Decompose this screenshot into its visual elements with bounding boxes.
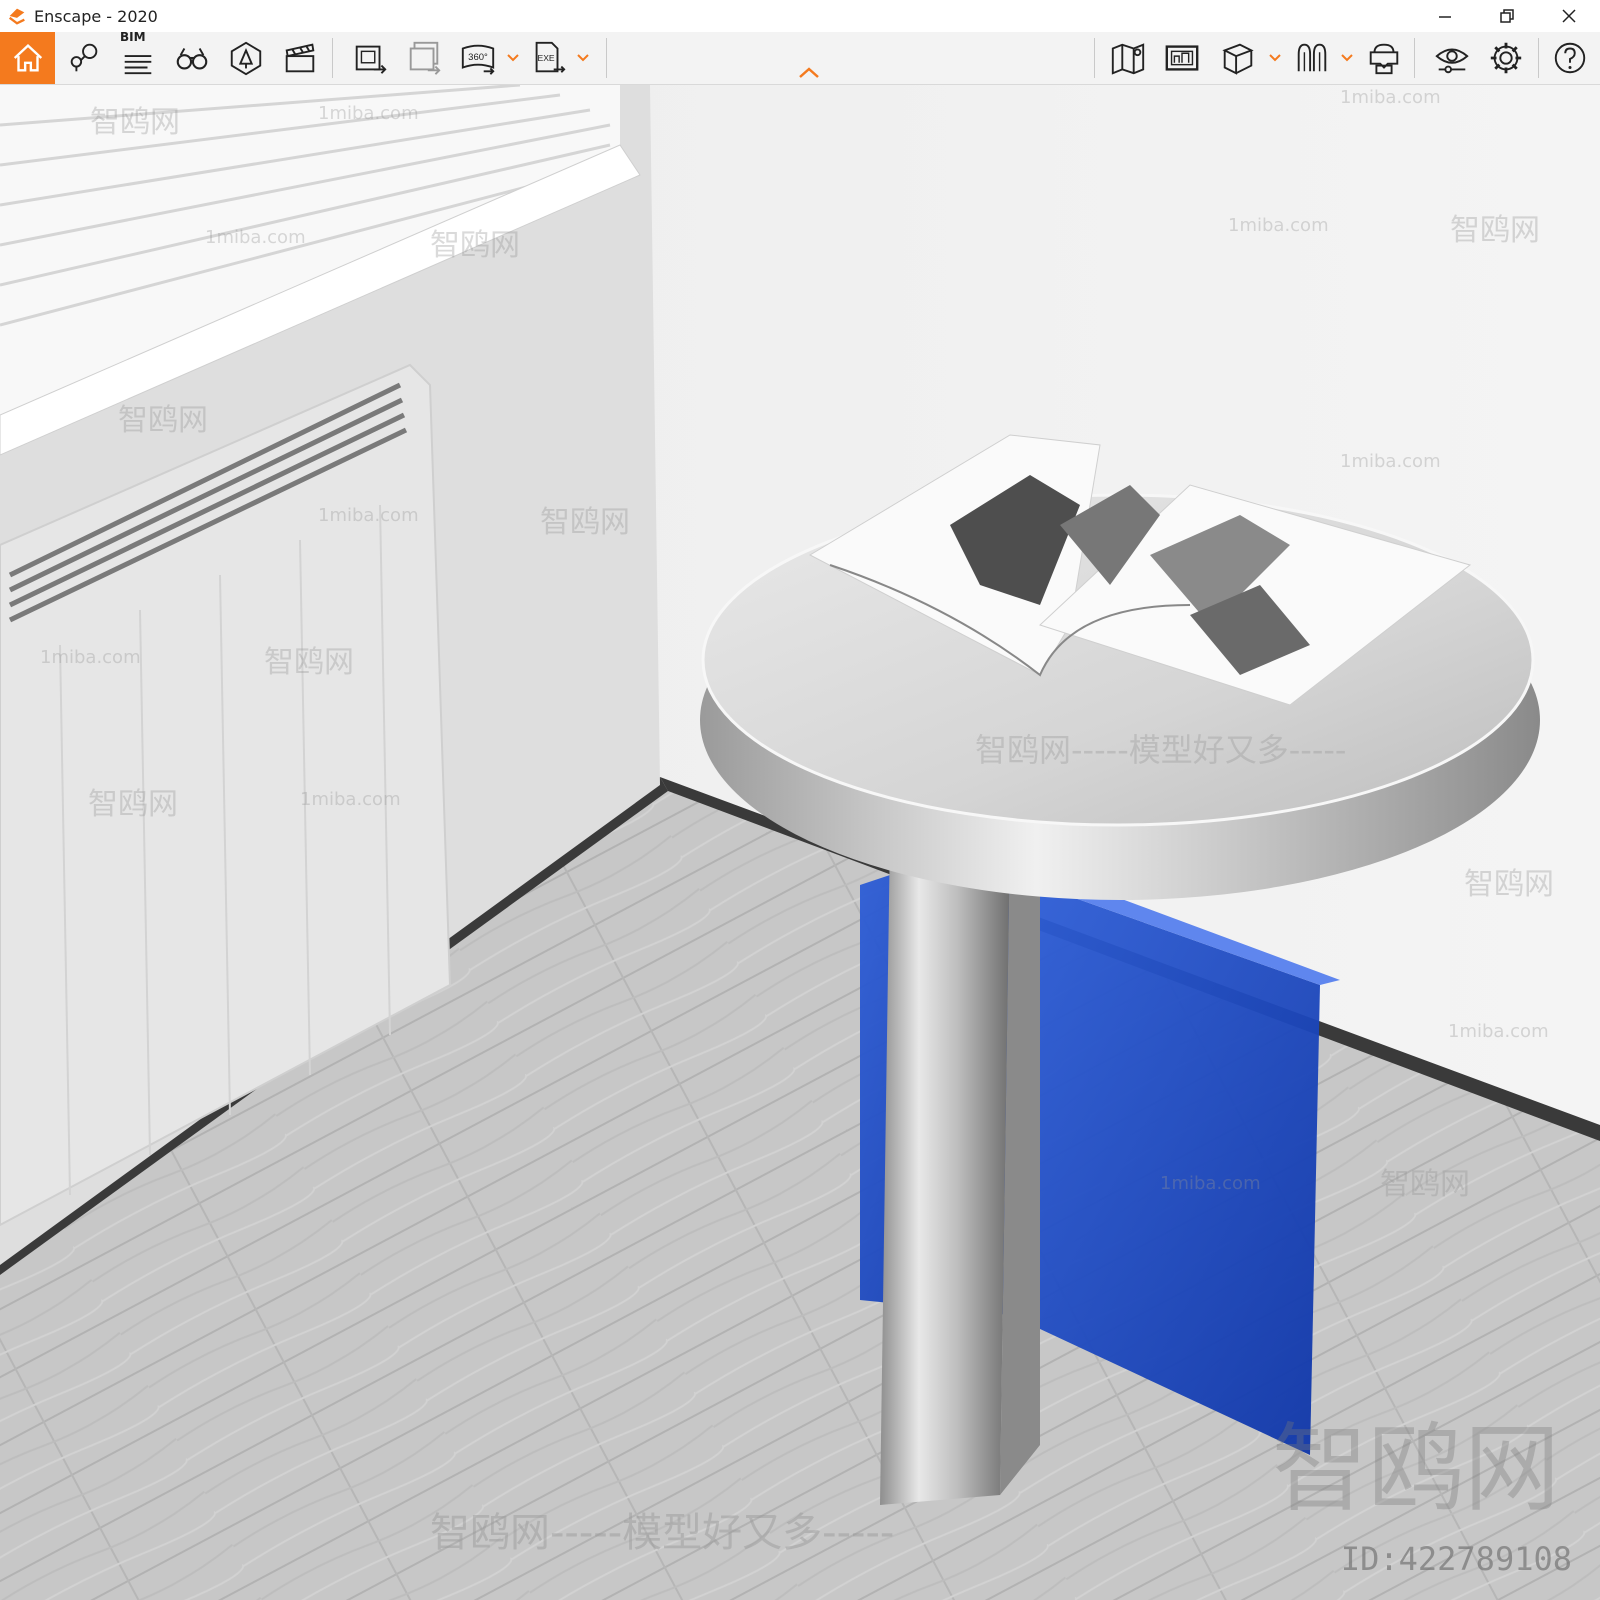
views-manager-icon [1165, 45, 1199, 71]
watermark-cn: 智鸥网 [90, 105, 180, 140]
video-editor-button[interactable] [274, 32, 326, 84]
bim-label: BIM [120, 30, 146, 44]
title-bar: Enscape - 2020 [0, 0, 1600, 32]
cube-view-dropdown[interactable] [1268, 48, 1282, 68]
toolbar-separator [1094, 38, 1095, 78]
batch-export-icon [409, 41, 441, 75]
screenshot-export-button[interactable] [344, 32, 396, 84]
cube-view-icon [1222, 43, 1254, 75]
binoculars-button[interactable] [166, 32, 218, 84]
chevron-down-icon [507, 54, 519, 62]
scene-render [0, 85, 1600, 1600]
svg-text:EXE: EXE [538, 53, 555, 63]
close-icon [1562, 9, 1576, 23]
exe-export-icon: EXE [535, 41, 566, 73]
toolbar-separator [332, 38, 333, 78]
binoculars-icon [176, 48, 208, 70]
watermark-site: 1miba.com [300, 789, 401, 810]
enscape-logo-icon [8, 8, 25, 25]
watermark-cn: 智鸥网 [1450, 213, 1540, 248]
help-button[interactable] [1544, 32, 1596, 84]
window-controls [1414, 0, 1600, 32]
exe-export-button[interactable]: EXE [522, 32, 574, 84]
restore-icon [1500, 9, 1514, 23]
watermark-site: 1miba.com [318, 505, 419, 526]
map-button[interactable] [1102, 32, 1154, 84]
watermark-site: 1miba.com [318, 103, 419, 124]
material-editor-dropdown[interactable] [1340, 48, 1354, 68]
watermark-site: 1miba.com [1228, 215, 1329, 236]
settings-button[interactable] [1480, 32, 1532, 84]
views-manager-button[interactable] [1156, 32, 1208, 84]
location-pins-button[interactable] [58, 32, 110, 84]
exe-dropdown[interactable] [576, 48, 590, 68]
toolbar-separator [606, 38, 607, 78]
watermark-site: 1miba.com [40, 647, 141, 668]
watermark-cn: 智鸥网 [118, 403, 208, 438]
svg-text:360°: 360° [468, 52, 488, 63]
visual-settings-icon [1435, 48, 1469, 74]
watermark-bottom-banner: 智鸥网-----模型好又多----- [430, 1510, 895, 1556]
panorama-dropdown[interactable] [506, 48, 520, 68]
screenshot-export-icon [355, 45, 387, 74]
panorama-360-icon: 360° [461, 44, 495, 75]
watermark-site: 1miba.com [205, 227, 306, 248]
watermark-cn: 智鸥网 [1464, 867, 1554, 902]
video-editor-icon [285, 43, 315, 73]
render-viewport[interactable]: 1miba.com 1miba.com 1miba.com 1miba.com … [0, 85, 1600, 1600]
settings-gear-icon [1490, 42, 1522, 74]
watermark-site: 1miba.com [1340, 87, 1441, 108]
window-title: Enscape - 2020 [34, 6, 158, 26]
close-button[interactable] [1538, 0, 1600, 32]
toolbar-separator [1538, 38, 1539, 78]
minimize-button[interactable] [1414, 0, 1476, 32]
watermark-cn: 智鸥网 [88, 787, 178, 822]
asset-library-button[interactable] [220, 32, 272, 84]
vr-headset-icon [1369, 43, 1399, 75]
map-icon [1111, 43, 1145, 75]
material-editor-icon [1297, 43, 1327, 72]
help-icon [1554, 42, 1586, 74]
watermark-cn: 智鸥网 [264, 645, 354, 680]
watermark-id: ID:422789108 [1340, 1540, 1572, 1578]
watermark-site: 1miba.com [1160, 1173, 1261, 1194]
home-icon [13, 44, 42, 72]
home-button[interactable] [0, 32, 55, 84]
chevron-down-icon [1269, 54, 1281, 62]
toolbar-separator [1414, 38, 1415, 78]
watermark-cn-long: 智鸥网-----模型好又多----- [975, 731, 1347, 769]
visual-settings-button[interactable] [1426, 32, 1478, 84]
chevron-down-icon [1341, 54, 1353, 62]
watermark-cn: 智鸥网 [430, 228, 520, 263]
bim-info-icon [124, 55, 152, 75]
chevron-down-icon [577, 54, 589, 62]
asset-library-icon [230, 41, 262, 76]
location-pins-icon [70, 43, 98, 72]
vr-headset-button[interactable] [1358, 32, 1410, 84]
material-editor-button[interactable] [1286, 32, 1338, 84]
watermark-site: 1miba.com [1448, 1021, 1549, 1042]
toolbar-collapse-button[interactable] [795, 64, 823, 82]
bim-info-button[interactable]: BIM [112, 30, 164, 84]
watermark-logo-text: 智鸥网 [1272, 1413, 1560, 1525]
batch-export-button[interactable] [398, 32, 450, 84]
watermark-cn: 智鸥网 [1380, 1167, 1470, 1202]
cube-view-button[interactable] [1212, 32, 1264, 84]
minimize-icon [1439, 16, 1451, 18]
watermark-cn: 智鸥网 [540, 505, 630, 540]
restore-button[interactable] [1476, 0, 1538, 32]
chevron-up-icon [799, 67, 819, 78]
panorama-360-button[interactable]: 360° [452, 32, 504, 84]
watermark-site: 1miba.com [1340, 451, 1441, 472]
